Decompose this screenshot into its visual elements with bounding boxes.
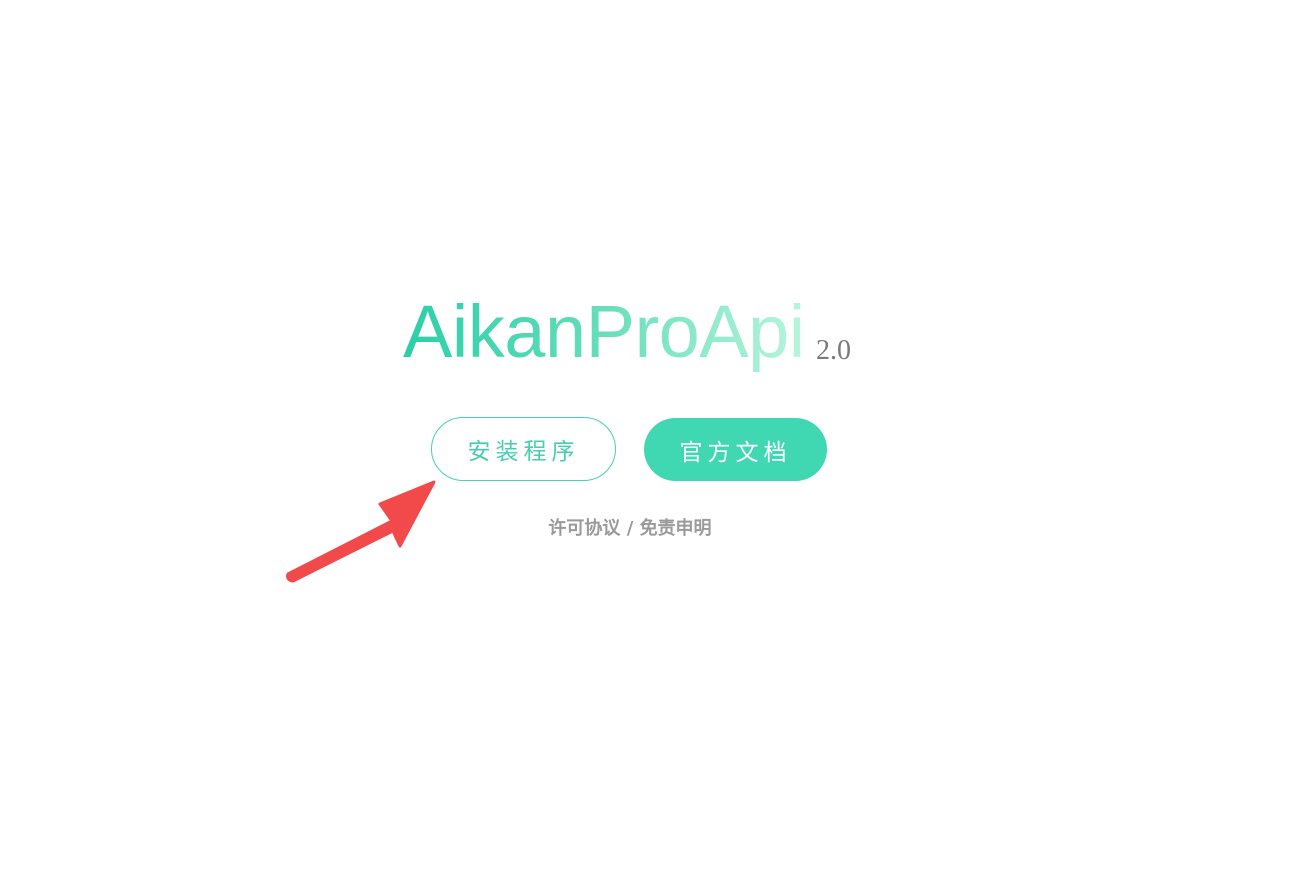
version-label: 2.0 bbox=[816, 335, 851, 366]
install-button[interactable]: 安装程序 bbox=[431, 417, 616, 481]
footer-links: 许可协议 / 免责申明 bbox=[0, 514, 1260, 540]
arrow-shape bbox=[286, 480, 436, 583]
red-arrow-icon bbox=[286, 480, 436, 583]
title-block: AikanProApi 2.0 bbox=[0, 292, 1299, 372]
separator-text: / bbox=[626, 518, 634, 539]
disclaimer-link[interactable]: 免责申明 bbox=[640, 518, 712, 539]
landing-page: AikanProApi 2.0 安装程序 官方文档 许可协议 / 免责申明 bbox=[0, 0, 1299, 876]
footer-separator: / bbox=[627, 518, 640, 539]
docs-button[interactable]: 官方文档 bbox=[644, 418, 827, 481]
license-link[interactable]: 许可协议 bbox=[548, 518, 620, 539]
app-title: AikanProApi bbox=[403, 290, 805, 373]
